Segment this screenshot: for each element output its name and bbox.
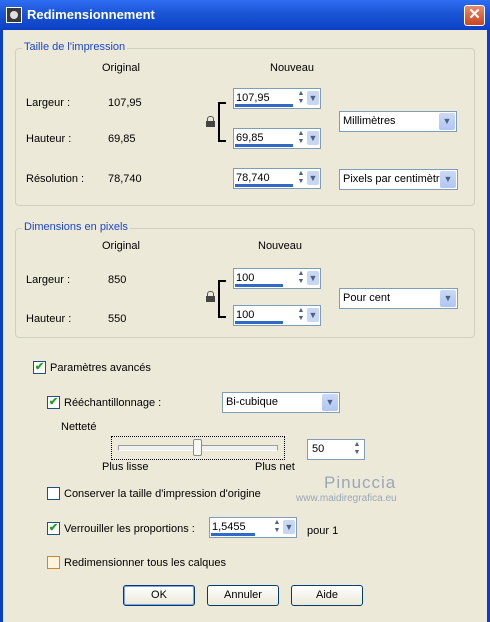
app-icon [6,7,22,23]
pixel-dims-group-title: Dimensions en pixels [22,221,130,233]
pixel-width-bar [235,284,283,287]
resolution-unit-select[interactable]: Pixels par centimètre ▼ [339,169,458,190]
pixel-height-value: 100 [236,309,255,321]
sharpness-value: 50 [312,443,325,455]
checkmark-icon: ✔ [48,396,59,408]
spin-arrows-icon[interactable]: ▲ ▼ ▼ [296,306,320,325]
resample-checkbox[interactable]: ✔ [47,396,60,409]
cancel-button[interactable]: Annuler [207,585,279,606]
pixel-width-input[interactable]: 100 ▲ ▼ ▼ [233,268,321,289]
checkmark-icon: ✔ [48,522,59,534]
window-title: Redimensionnement [27,7,155,22]
lock-icon[interactable] [206,116,215,127]
resize-all-layers-label: Redimensionner tous les calques [64,557,227,569]
watermark-url: www.maidiregrafica.eu [296,493,397,504]
ratio-suffix: pour 1 [307,525,339,537]
chevron-down-icon[interactable]: ▼ [322,394,338,411]
print-width-value: 107,95 [236,92,270,104]
resolution-label: Résolution : [26,173,85,185]
title-bar: Redimensionnement ✕ [0,0,490,30]
pixel-unit-value: Pour cent [343,292,391,304]
ratio-input[interactable]: 1,5455 ▲ ▼ ▼ [209,517,297,538]
ratio-value: 1,5455 [212,521,246,533]
advanced-checkbox[interactable]: ✔ [33,361,46,374]
resize-all-layers-checkbox[interactable] [47,556,60,569]
window-frame-left [0,30,3,622]
resolution-original: 78,740 [108,173,142,185]
pixel-width-original: 850 [108,274,127,286]
sharpness-slider-thumb[interactable] [192,439,202,456]
print-height-input[interactable]: 69,85 ▲ ▼ ▼ [233,128,321,149]
pixel-width-label: Largeur : [26,274,71,286]
print-width-bar [235,104,293,107]
spin-arrows-icon[interactable]: ▲ ▼ [351,440,364,459]
pixel-height-label: Hauteur : [26,313,72,325]
print-size-link-bracket [218,102,226,142]
slider-smooth-label: Plus lisse [102,461,149,473]
print-unit-value: Millimètres [343,115,396,127]
close-icon: ✕ [468,6,481,23]
lock-icon[interactable] [206,291,215,302]
checkmark-icon: ✔ [34,361,45,373]
help-button[interactable]: Aide [291,585,363,606]
spin-arrows-icon[interactable]: ▲ ▼ ▼ [272,518,296,537]
resolution-bar [235,184,293,187]
resample-method-value: Bi-cubique [226,396,278,408]
watermark-name: Pinuccia [324,473,397,492]
pixel-unit-select[interactable]: Pour cent ▼ [339,288,458,309]
advanced-label: Paramètres avancés [50,362,151,374]
pixel-dims-new-header: Nouveau [258,240,303,252]
print-width-input[interactable]: 107,95 ▲ ▼ ▼ [233,88,321,109]
print-unit-select[interactable]: Millimètres ▼ [339,111,457,132]
print-height-original: 69,85 [108,133,136,145]
print-size-new-header: Nouveau [270,62,315,74]
print-width-label: Largeur : [26,97,71,109]
ratio-bar [211,533,255,536]
close-button[interactable]: ✕ [464,5,485,26]
spin-arrows-icon[interactable]: ▲ ▼ ▼ [296,269,320,288]
slider-sharp-label: Plus net [255,461,295,473]
print-height-label: Hauteur : [26,133,72,145]
print-size-original-header: Original [102,62,140,74]
print-height-bar [235,144,293,147]
pixel-width-value: 100 [236,272,255,284]
print-size-group-title: Taille de l'impression [22,41,128,53]
pixel-height-input[interactable]: 100 ▲ ▼ ▼ [233,305,321,326]
keep-print-size-label: Conserver la taille d'impression d'origi… [64,488,261,500]
print-width-original: 107,95 [108,97,142,109]
spin-arrows-icon[interactable]: ▲ ▼ ▼ [296,129,320,148]
resolution-unit-value: Pixels par centimètre [343,173,441,185]
pixel-height-bar [235,321,283,324]
chevron-down-icon[interactable]: ▼ [440,290,456,307]
resample-label: Rééchantillonnage : [64,397,162,409]
chevron-down-icon[interactable]: ▼ [439,113,455,130]
sharpness-input[interactable]: 50 ▲ ▼ [307,439,365,460]
sharpness-slider[interactable] [111,436,285,460]
sharpness-label: Netteté [61,421,97,433]
resolution-input[interactable]: 78,740 ▲ ▼ ▼ [233,168,321,189]
spin-arrows-icon[interactable]: ▲ ▼ ▼ [296,169,320,188]
chevron-down-icon[interactable]: ▼ [440,171,456,188]
pixel-dims-original-header: Original [102,240,140,252]
pixel-dims-link-bracket [218,280,226,318]
spin-arrows-icon[interactable]: ▲ ▼ ▼ [296,89,320,108]
ok-button[interactable]: OK [123,585,195,606]
keep-print-size-checkbox[interactable] [47,487,60,500]
print-height-value: 69,85 [236,132,264,144]
pixel-height-original: 550 [108,313,127,325]
resample-method-select[interactable]: Bi-cubique ▼ [222,392,340,413]
lock-ratio-checkbox[interactable]: ✔ [47,522,60,535]
resolution-value: 78,740 [236,172,270,184]
lock-ratio-label: Verrouiller les proportions : [64,523,195,535]
